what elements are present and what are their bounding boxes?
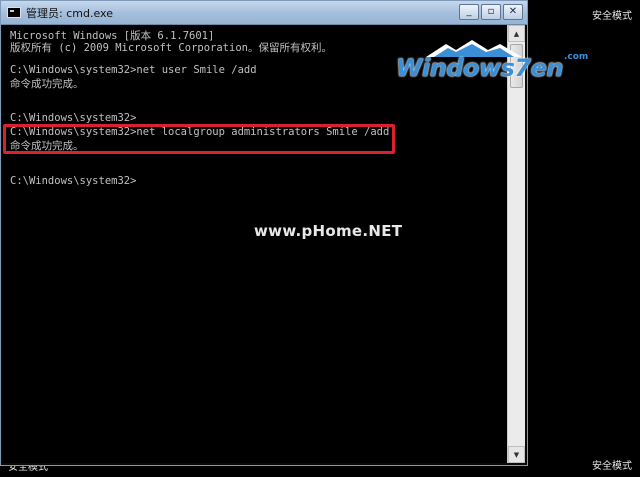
highlight-box	[3, 124, 395, 154]
arrow-down-icon: ▼	[513, 450, 520, 459]
cmd-icon[interactable]	[7, 7, 21, 18]
safe-mode-label-top-right: 安全模式	[592, 11, 632, 22]
console-line: C:\Windows\system32>	[10, 175, 137, 187]
console-line: 版权所有 (c) 2009 Microsoft Corporation。保留所有…	[10, 42, 332, 54]
console-line: C:\Windows\system32>net user Smile /add	[10, 64, 257, 76]
logo-suffix: .com	[564, 52, 589, 62]
safe-mode-label-bottom-right: 安全模式	[592, 461, 632, 472]
window-controls: _ ▫ ✕	[459, 4, 523, 20]
logo-text: Windows7en	[396, 54, 563, 82]
scroll-down-button[interactable]: ▼	[508, 446, 525, 463]
close-icon: ✕	[508, 6, 518, 17]
maximize-icon: ▫	[487, 6, 495, 17]
watermark-text: www.pHome.NET	[254, 222, 403, 240]
maximize-button[interactable]: ▫	[481, 4, 501, 20]
minimize-icon: _	[466, 6, 472, 17]
console-line: 命令成功完成。	[10, 78, 84, 90]
minimize-button[interactable]: _	[459, 4, 479, 20]
title-bar[interactable]: 管理员: cmd.exe _ ▫ ✕	[1, 1, 527, 25]
vertical-scrollbar[interactable]: ▲ ▼	[507, 25, 525, 463]
close-button[interactable]: ✕	[503, 4, 523, 20]
window-title: 管理员: cmd.exe	[26, 7, 113, 20]
windows7en-logo: Windows7en .com	[396, 40, 592, 90]
console-output[interactable]: Microsoft Windows [版本 6.1.7601] 版权所有 (c)…	[2, 25, 508, 463]
console-line: C:\Windows\system32>	[10, 112, 137, 124]
arrow-up-icon: ▲	[513, 29, 520, 38]
